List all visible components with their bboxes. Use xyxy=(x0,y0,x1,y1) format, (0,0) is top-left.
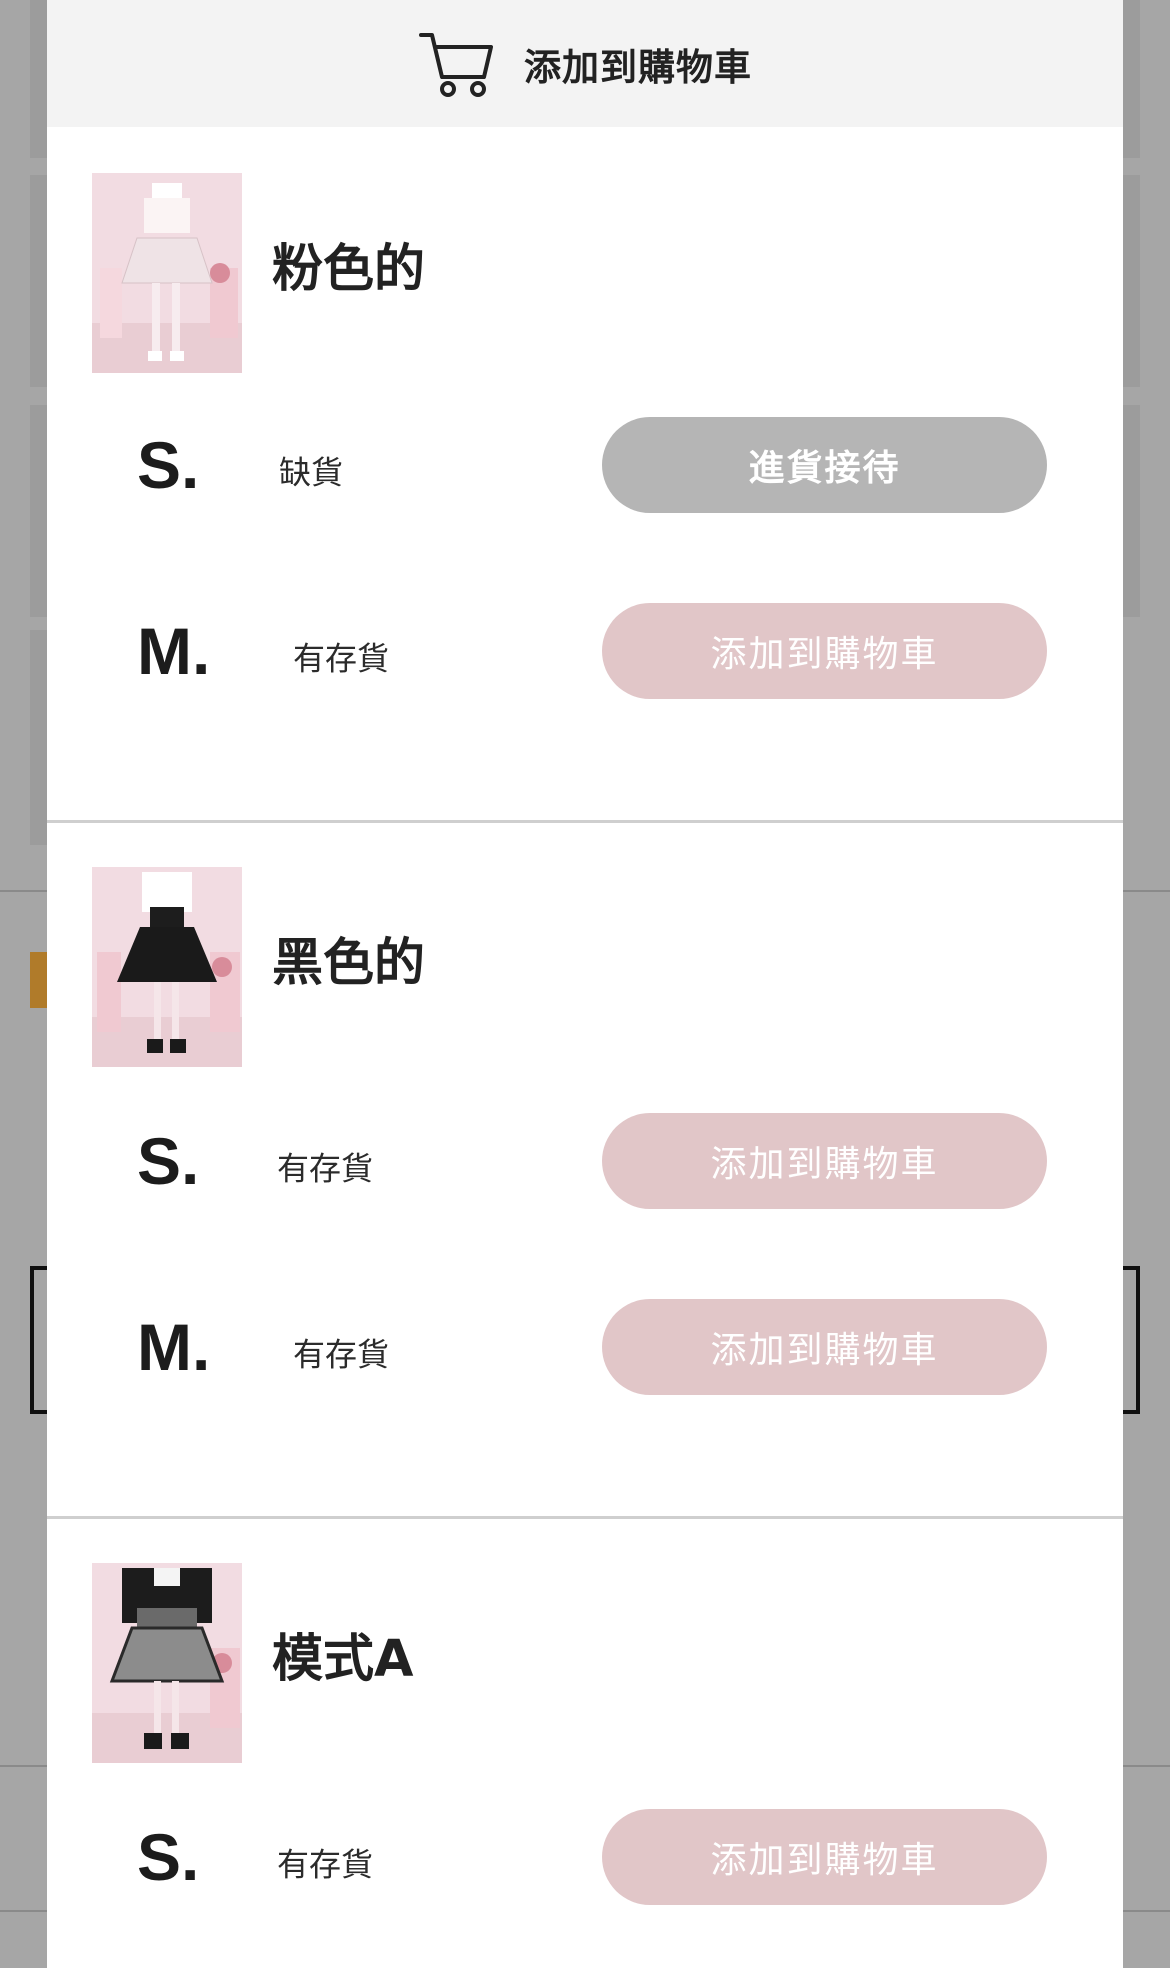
size-label: S. xyxy=(137,1124,200,1198)
size-label: M. xyxy=(137,1310,211,1384)
stock-status: 缺貨 xyxy=(279,453,344,492)
size-row: M. 有存貨 添加到購物車 xyxy=(47,558,1123,744)
size-label: S. xyxy=(137,1820,200,1894)
restock-notify-button[interactable]: 進貨接待 xyxy=(602,417,1047,513)
add-to-cart-button[interactable]: 添加到購物車 xyxy=(602,1113,1047,1209)
variant-color-name: 黑色的 xyxy=(272,934,426,993)
bg-thumbnail xyxy=(1123,175,1140,387)
product-thumbnail[interactable] xyxy=(92,1563,242,1763)
color-variant-pink: 粉色的 S. 缺貨 進貨接待 M. 有存貨 添加到購物車 xyxy=(47,127,1123,823)
bg-thumbnail xyxy=(1123,0,1140,158)
variant-color-name: 粉色的 xyxy=(272,240,426,299)
bg-badge xyxy=(30,952,48,1008)
bg-thumbnail xyxy=(30,0,47,158)
variant-header: 粉色的 xyxy=(47,127,1123,373)
stock-status: 有存貨 xyxy=(277,1149,374,1188)
add-to-cart-button[interactable]: 添加到購物車 xyxy=(602,1809,1047,1905)
variant-header: 黑色的 xyxy=(47,823,1123,1068)
cart-icon xyxy=(418,29,494,99)
color-variant-black: 黑色的 S. 有存貨 添加到購物車 M. 有存貨 添加到購物車 xyxy=(47,823,1123,1519)
sheet-header: 添加到購物車 xyxy=(47,0,1123,127)
size-label: S. xyxy=(137,428,200,502)
stock-status: 有存貨 xyxy=(277,1845,374,1884)
variant-color-name: 模式A xyxy=(272,1630,414,1689)
add-to-cart-button[interactable]: 添加到購物車 xyxy=(602,603,1047,699)
product-thumbnail[interactable] xyxy=(92,867,242,1067)
size-label: M. xyxy=(137,614,211,688)
variant-header: 模式A xyxy=(47,1519,1123,1764)
color-variant-pattern-a: 模式A S. 有存貨 添加到購物車 xyxy=(47,1519,1123,1950)
size-row: S. 有存貨 添加到購物車 xyxy=(47,1068,1123,1254)
bg-thumbnail xyxy=(30,405,47,617)
product-thumbnail[interactable] xyxy=(92,173,242,373)
add-to-cart-button[interactable]: 添加到購物車 xyxy=(602,1299,1047,1395)
stock-status: 有存貨 xyxy=(293,639,390,678)
size-row: M. 有存貨 添加到購物車 xyxy=(47,1254,1123,1440)
sheet-title: 添加到購物車 xyxy=(524,45,752,89)
size-row: S. 有存貨 添加到購物車 xyxy=(47,1764,1123,1950)
bg-thumbnail xyxy=(30,630,47,845)
stock-status: 有存貨 xyxy=(293,1335,390,1374)
bg-thumbnail xyxy=(1123,405,1140,617)
add-to-cart-sheet: 添加到購物車 粉色的 S. 缺貨 進貨接待 M. 有存貨 添加到購物車 黑色的 … xyxy=(47,0,1123,1968)
bg-thumbnail xyxy=(30,175,47,387)
size-row: S. 缺貨 進貨接待 xyxy=(47,372,1123,558)
